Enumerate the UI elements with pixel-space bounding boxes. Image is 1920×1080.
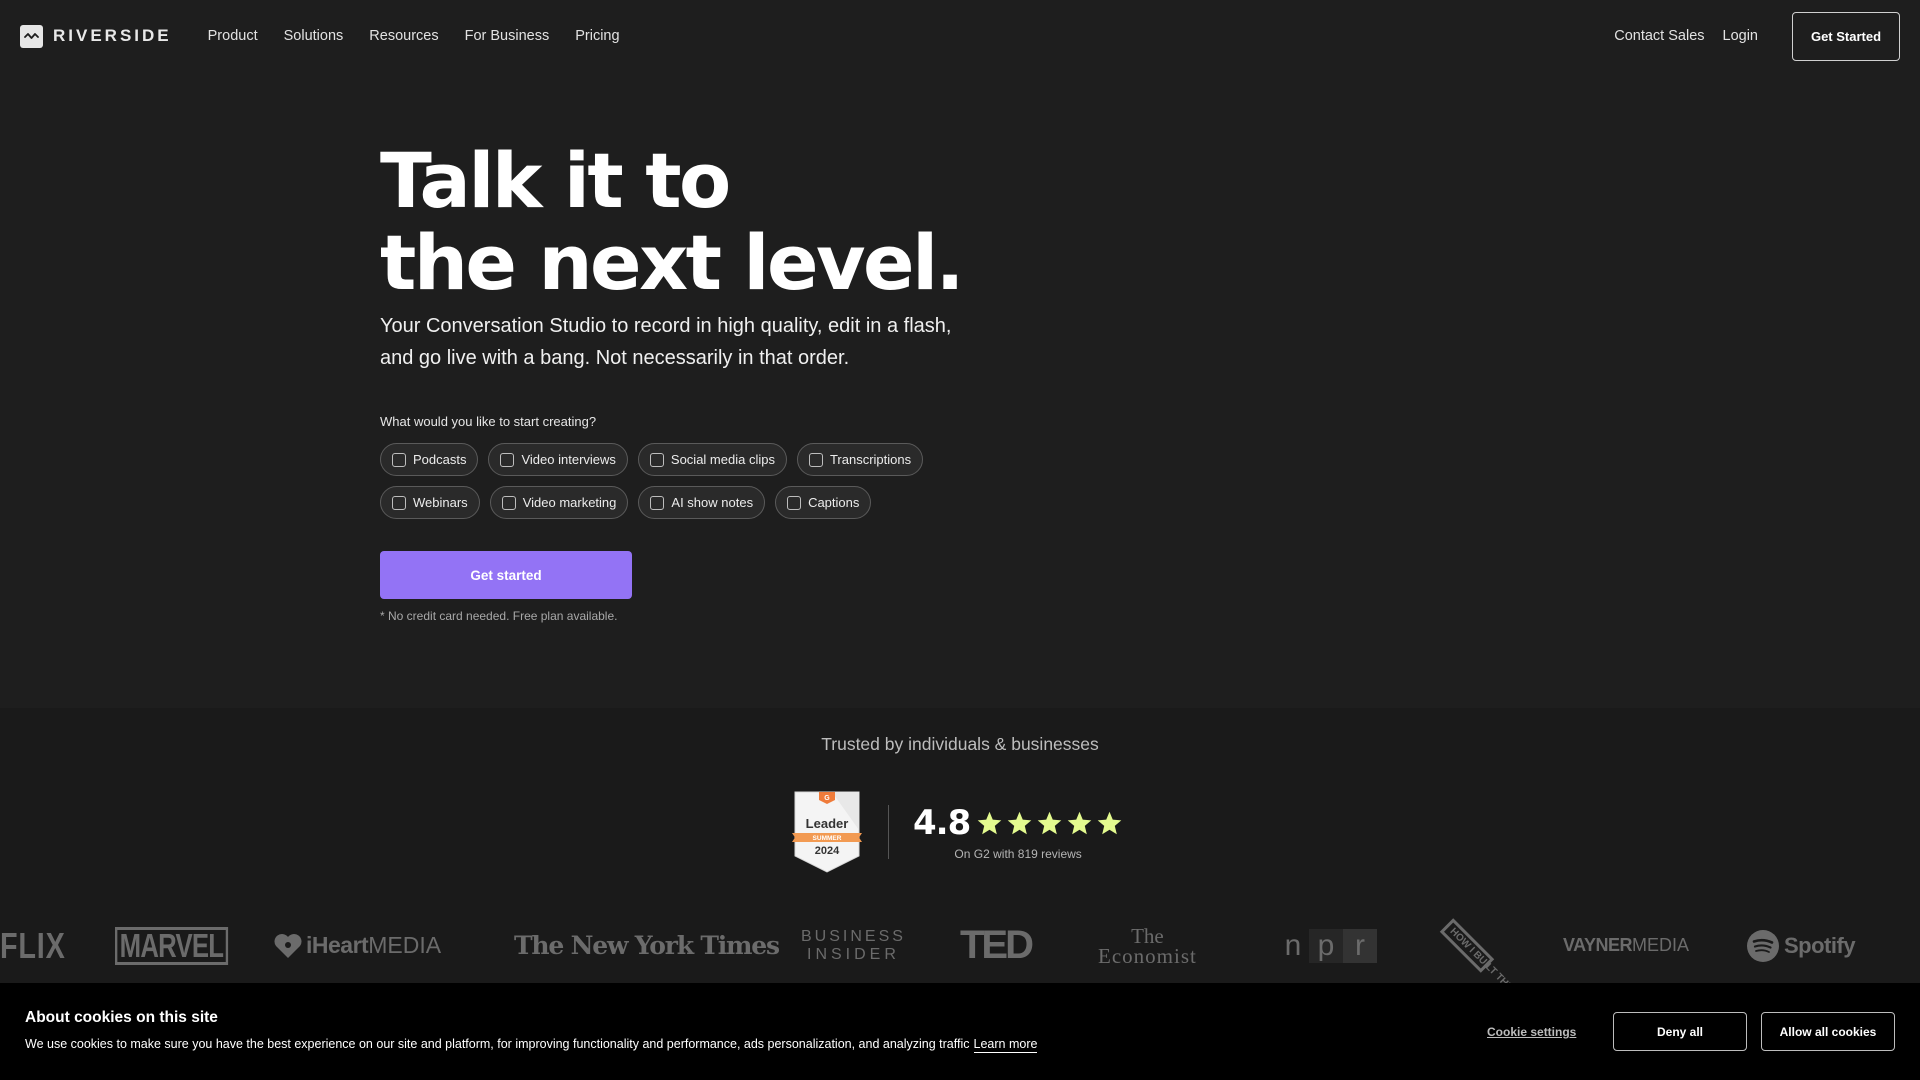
options-row-1: Podcasts Video interviews Social media c… bbox=[380, 443, 1080, 476]
top-nav: RIVERSIDE Product Solutions Resources Fo… bbox=[0, 0, 1920, 72]
option-video-interviews[interactable]: Video interviews bbox=[488, 443, 628, 476]
brand-logo[interactable]: RIVERSIDE bbox=[20, 24, 172, 48]
options-row-2: Webinars Video marketing AI show notes C… bbox=[380, 486, 1080, 519]
nyt-logo: The New York Times bbox=[514, 931, 780, 960]
ted-logo: TED bbox=[960, 923, 1034, 967]
spotify-icon bbox=[1747, 929, 1779, 962]
get-started-nav-button[interactable]: Get Started bbox=[1792, 11, 1900, 61]
marvel-logo: MARVEL bbox=[115, 908, 260, 983]
option-label: Captions bbox=[808, 495, 860, 510]
nav-resources[interactable]: Resources bbox=[369, 28, 438, 44]
iheartmedia-logo: iHeart MEDIA bbox=[273, 908, 441, 983]
cookie-text: We use cookies to make sure you have the… bbox=[25, 1037, 1038, 1053]
headline-line-1: Talk it to bbox=[380, 136, 731, 225]
score-block: 4.8 On G2 with 819 reviews bbox=[913, 803, 1123, 861]
page: RIVERSIDE Product Solutions Resources Fo… bbox=[0, 0, 1920, 1080]
option-label: AI show notes bbox=[671, 495, 754, 510]
rating-divider bbox=[888, 805, 889, 859]
riverside-logo-icon bbox=[20, 24, 43, 48]
badge-year: 2024 bbox=[815, 845, 840, 857]
deny-all-button[interactable]: Deny all bbox=[1613, 1012, 1747, 1051]
vaynermedia-logo: VAYNER MEDIA bbox=[1563, 935, 1690, 955]
g2-rating: G Leader SUMMER 2024 4.8 On G2 with 819 … bbox=[792, 790, 1123, 874]
g2-logo-icon: G bbox=[824, 795, 830, 802]
customer-logos: FLIX MARVEL iHeart MEDIA The New York Tim… bbox=[0, 908, 1920, 995]
business-insider-logo: BUSINESS INSIDER bbox=[801, 927, 906, 963]
option-transcriptions[interactable]: Transcriptions bbox=[796, 443, 924, 476]
nav-pricing[interactable]: Pricing bbox=[575, 28, 619, 44]
subtitle-line-2: and go live with a bang. Not necessarily… bbox=[380, 347, 850, 369]
option-label: Social media clips bbox=[670, 452, 775, 467]
login-link[interactable]: Login bbox=[1723, 28, 1758, 44]
netflix-logo: FLIX bbox=[0, 924, 66, 966]
star-icon bbox=[1067, 811, 1092, 834]
score-row: 4.8 bbox=[913, 803, 1123, 843]
npr-logo: n p r bbox=[1277, 908, 1377, 983]
option-social-media-clips[interactable]: Social media clips bbox=[637, 443, 787, 476]
free-plan-note: * No credit card needed. Free plan avail… bbox=[380, 609, 618, 623]
option-label: Podcasts bbox=[413, 452, 467, 467]
nav-solutions[interactable]: Solutions bbox=[284, 28, 344, 44]
iheart-icon bbox=[274, 933, 302, 958]
checkbox-icon[interactable] bbox=[500, 452, 515, 467]
star-rating bbox=[976, 810, 1123, 837]
option-label: Video marketing bbox=[522, 495, 617, 510]
trust-section: Trusted by individuals & businesses G Le… bbox=[0, 708, 1920, 995]
option-video-marketing[interactable]: Video marketing bbox=[489, 486, 629, 519]
option-ai-show-notes[interactable]: AI show notes bbox=[638, 486, 766, 519]
star-icon bbox=[1097, 811, 1122, 834]
cookie-title: About cookies on this site bbox=[25, 1009, 218, 1026]
hero-headline: Talk it to the next level. bbox=[380, 140, 1080, 304]
spotify-logo: Spotify bbox=[1746, 908, 1856, 983]
nav-for-business[interactable]: For Business bbox=[465, 28, 550, 44]
nav-product[interactable]: Product bbox=[208, 28, 258, 44]
how-i-built-this-logo: HOW I BUILT THIS bbox=[1438, 908, 1517, 995]
checkbox-icon[interactable] bbox=[808, 452, 823, 467]
subtitle-line-1: Your Conversation Studio to record in hi… bbox=[380, 315, 952, 337]
option-podcasts[interactable]: Podcasts bbox=[380, 443, 479, 476]
creation-question: What would you like to start creating? bbox=[380, 414, 597, 429]
badge-title: Leader bbox=[806, 816, 849, 831]
hero-section: Talk it to the next level. Your Conversa… bbox=[380, 140, 1080, 623]
badge-season: SUMMER bbox=[813, 835, 842, 842]
creation-options: Podcasts Video interviews Social media c… bbox=[380, 443, 1080, 519]
checkbox-icon[interactable] bbox=[650, 495, 665, 510]
review-count: On G2 with 819 reviews bbox=[954, 847, 1082, 861]
checkbox-icon[interactable] bbox=[649, 452, 664, 467]
checkbox-icon[interactable] bbox=[501, 495, 516, 510]
trust-title: Trusted by individuals & businesses bbox=[821, 734, 1099, 754]
hero-subtitle: Your Conversation Studio to record in hi… bbox=[380, 310, 1080, 374]
economist-logo: The Economist bbox=[1098, 923, 1197, 968]
get-started-button[interactable]: Get started bbox=[380, 551, 632, 599]
brand-name: RIVERSIDE bbox=[53, 26, 172, 45]
learn-more-link[interactable]: Learn more bbox=[973, 1037, 1038, 1053]
nav-actions: Contact Sales Login Get Started bbox=[1614, 11, 1900, 61]
option-label: Video interviews bbox=[521, 452, 616, 467]
checkbox-icon[interactable] bbox=[392, 452, 406, 467]
option-captions[interactable]: Captions bbox=[775, 486, 872, 519]
cookie-banner: About cookies on this site We use cookie… bbox=[0, 983, 1920, 1080]
star-icon bbox=[977, 811, 1002, 834]
contact-sales-link[interactable]: Contact Sales bbox=[1614, 28, 1704, 44]
main-menu: Product Solutions Resources For Business… bbox=[208, 28, 620, 44]
g2-leader-badge: G Leader SUMMER 2024 bbox=[792, 790, 862, 874]
star-icon bbox=[1037, 811, 1062, 834]
star-icon bbox=[1007, 811, 1032, 834]
cookie-settings-link[interactable]: Cookie settings bbox=[1487, 1025, 1576, 1039]
checkbox-icon[interactable] bbox=[787, 495, 802, 510]
option-webinars[interactable]: Webinars bbox=[380, 486, 480, 519]
cookie-description: We use cookies to make sure you have the… bbox=[25, 1037, 970, 1051]
allow-all-cookies-button[interactable]: Allow all cookies bbox=[1761, 1012, 1895, 1051]
option-label: Webinars bbox=[413, 495, 468, 510]
rating-score: 4.8 bbox=[913, 803, 971, 843]
option-label: Transcriptions bbox=[829, 452, 912, 467]
checkbox-icon[interactable] bbox=[392, 495, 406, 510]
headline-line-2: the next level. bbox=[380, 218, 965, 307]
